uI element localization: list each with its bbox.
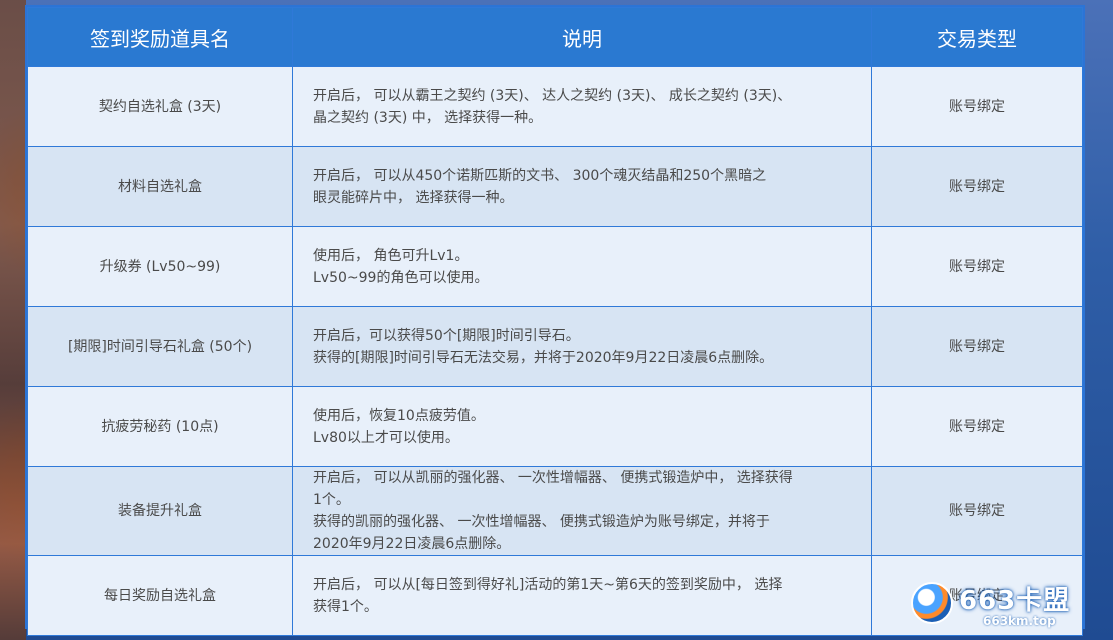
table-row: [期限]时间引导石礼盒 (50个) 开启后，可以获得50个[期限]时间引导石。 … — [27, 306, 1083, 387]
item-name-cell: 抗疲劳秘药 (10点) — [27, 386, 293, 467]
item-description-cell: 开启后， 可以从[每日签到得好礼]活动的第1天~第6天的签到奖励中， 选择 获得… — [292, 555, 872, 636]
description-line: 晶之契约 (3天) 中， 选择获得一种。 — [313, 109, 543, 126]
description-line: 开启后， 可以从霸王之契约 (3天)、 达人之契约 (3天)、 成长之契约 (3… — [313, 87, 792, 104]
header-trade-type: 交易类型 — [871, 7, 1083, 67]
description-line: 2020年9月22日凌晨6点删除。 — [313, 536, 511, 552]
description-line: 眼灵能碎片中， 选择获得一种。 — [313, 189, 514, 206]
table-row: 抗疲劳秘药 (10点) 使用后，恢复10点疲劳值。 Lv80以上才可以使用。 账… — [27, 386, 1083, 467]
trade-type-cell: 账号绑定 — [871, 306, 1083, 387]
item-name-cell: [期限]时间引导石礼盒 (50个) — [27, 306, 293, 387]
table-row: 每日奖励自选礼盒 开启后， 可以从[每日签到得好礼]活动的第1天~第6天的签到奖… — [27, 555, 1083, 636]
description-line: Lv80以上才可以使用。 — [313, 429, 459, 446]
reward-table: 签到奖励道具名 说明 交易类型 契约自选礼盒 (3天) 开启后， 可以从霸王之契… — [27, 7, 1083, 636]
item-description-cell: 开启后， 可以从霸王之契约 (3天)、 达人之契约 (3天)、 成长之契约 (3… — [292, 66, 872, 147]
item-name-cell: 契约自选礼盒 (3天) — [27, 66, 293, 147]
description-line: 使用后，恢复10点疲劳值。 — [313, 407, 485, 424]
item-name-cell: 升级券 (Lv50~99) — [27, 226, 293, 307]
trade-type-cell: 账号绑定 — [871, 146, 1083, 227]
reward-table-container: 签到奖励道具名 说明 交易类型 契约自选礼盒 (3天) 开启后， 可以从霸王之契… — [25, 5, 1085, 636]
character-artwork-edge — [0, 0, 26, 640]
description-line: Lv50~99的角色可以使用。 — [313, 269, 489, 286]
description-line: 开启后， 可以从凯丽的强化器、 一次性增幅器、 便携式锻造炉中， 选择获得 — [313, 470, 793, 486]
table-header-row: 签到奖励道具名 说明 交易类型 — [27, 7, 1083, 67]
item-description-cell: 使用后， 角色可升Lv1。 Lv50~99的角色可以使用。 — [292, 226, 872, 307]
description-line: 开启后， 可以从[每日签到得好礼]活动的第1天~第6天的签到奖励中， 选择 — [313, 576, 783, 593]
table-row: 契约自选礼盒 (3天) 开启后， 可以从霸王之契约 (3天)、 达人之契约 (3… — [27, 66, 1083, 147]
trade-type-cell: 账号绑定 — [871, 466, 1083, 556]
description-line: 使用后， 角色可升Lv1。 — [313, 247, 469, 264]
table-row: 材料自选礼盒 开启后， 可以从450个诺斯匹斯的文书、 300个魂灭结晶和250… — [27, 146, 1083, 227]
table-row: 升级券 (Lv50~99) 使用后， 角色可升Lv1。 Lv50~99的角色可以… — [27, 226, 1083, 307]
description-line: 开启后，可以获得50个[期限]时间引导石。 — [313, 327, 580, 344]
item-name-cell: 材料自选礼盒 — [27, 146, 293, 227]
description-line: 1个。 — [313, 492, 350, 508]
item-description-cell: 使用后，恢复10点疲劳值。 Lv80以上才可以使用。 — [292, 386, 872, 467]
trade-type-cell: 账号绑定 — [871, 386, 1083, 467]
header-item-name: 签到奖励道具名 — [27, 7, 293, 67]
table-row: 装备提升礼盒 开启后， 可以从凯丽的强化器、 一次性增幅器、 便携式锻造炉中， … — [27, 466, 1083, 556]
item-name-cell: 每日奖励自选礼盒 — [27, 555, 293, 636]
item-name-cell: 装备提升礼盒 — [27, 466, 293, 556]
item-description-cell: 开启后， 可以从凯丽的强化器、 一次性增幅器、 便携式锻造炉中， 选择获得 1个… — [292, 466, 872, 556]
description-line: 获得的凯丽的强化器、 一次性增幅器、 便携式锻造炉为账号绑定，并将于 — [313, 514, 770, 530]
header-description: 说明 — [292, 7, 872, 67]
description-line: 获得1个。 — [313, 598, 378, 615]
item-description-cell: 开启后，可以获得50个[期限]时间引导石。 获得的[期限]时间引导石无法交易，并… — [292, 306, 872, 387]
description-line: 开启后， 可以从450个诺斯匹斯的文书、 300个魂灭结晶和250个黑暗之 — [313, 167, 767, 184]
trade-type-cell: 账号绑定 — [871, 226, 1083, 307]
trade-type-cell: 账号绑定 — [871, 555, 1083, 636]
trade-type-cell: 账号绑定 — [871, 66, 1083, 147]
item-description-cell: 开启后， 可以从450个诺斯匹斯的文书、 300个魂灭结晶和250个黑暗之 眼灵… — [292, 146, 872, 227]
description-line: 获得的[期限]时间引导石无法交易，并将于2020年9月22日凌晨6点删除。 — [313, 349, 774, 366]
